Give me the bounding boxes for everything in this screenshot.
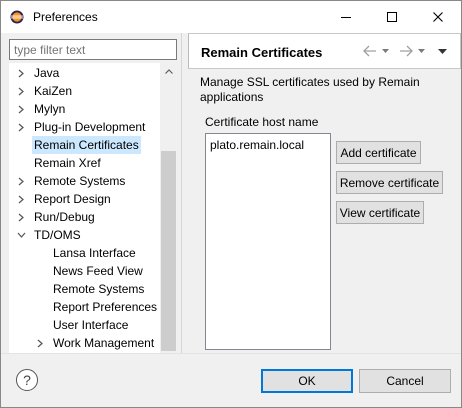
chevron-right-icon[interactable] — [16, 190, 26, 208]
list-item[interactable]: plato.remain.local — [210, 138, 304, 152]
tree-item-label: Java — [34, 66, 60, 80]
forward-arrow-icon[interactable] — [399, 44, 413, 58]
eclipse-icon — [10, 10, 24, 24]
filter-input[interactable] — [9, 39, 177, 60]
ok-button[interactable]: OK — [261, 369, 353, 393]
tree-item-label: Run/Debug — [34, 210, 95, 224]
scroll-up-button[interactable] — [160, 63, 177, 80]
tree-item-label: Report Design — [34, 192, 111, 206]
chevron-right-icon[interactable] — [16, 208, 26, 226]
help-icon: ? — [23, 372, 31, 388]
tree-item-label: Plug-in Development — [34, 120, 146, 134]
certificate-host-list[interactable]: plato.remain.local — [205, 133, 331, 350]
close-button[interactable] — [415, 1, 461, 33]
tree-item-label: User Interface — [53, 318, 129, 332]
cancel-button[interactable]: Cancel — [359, 369, 451, 393]
tree-item-label: Remain Certificates — [32, 136, 141, 154]
tree-item-label: Remote Systems — [34, 174, 126, 188]
preference-page: Remain Certificates Manage SSL certifica… — [188, 33, 461, 353]
chevron-down-icon[interactable] — [16, 226, 26, 244]
page-title: Remain Certificates — [201, 45, 323, 60]
tree-item-label: Report Preferences — [53, 300, 158, 314]
remove-certificate-button[interactable]: Remove certificate — [336, 171, 443, 194]
host-list-label: Certificate host name — [205, 115, 319, 129]
minimize-button[interactable] — [323, 1, 369, 33]
view-menu-icon[interactable] — [438, 44, 447, 58]
forward-menu-icon[interactable] — [418, 44, 425, 58]
chevron-right-icon[interactable] — [35, 334, 45, 352]
chevron-up-icon — [164, 69, 173, 74]
chevron-right-icon[interactable] — [16, 100, 26, 118]
tree-item-label: Lansa Interface — [53, 246, 136, 260]
preferences-dialog: Preferences Java KaiZen Mylyn Plug-in De… — [0, 0, 462, 408]
add-certificate-button[interactable]: Add certificate — [336, 141, 421, 164]
back-arrow-icon[interactable] — [363, 44, 377, 58]
tree-item-label: KaiZen — [34, 84, 73, 98]
chevron-right-icon[interactable] — [16, 118, 26, 136]
tree-item-label: Work Management — [53, 336, 155, 350]
view-certificate-button[interactable]: View certificate — [336, 201, 424, 224]
maximize-button[interactable] — [369, 1, 415, 33]
page-header: Remain Certificates — [188, 33, 461, 69]
footer-divider — [1, 353, 461, 354]
preference-tree: Java KaiZen Mylyn Plug-in Development Re… — [9, 63, 177, 353]
scrollbar-thumb[interactable] — [161, 151, 176, 351]
chevron-right-icon[interactable] — [16, 82, 26, 100]
chevron-right-icon[interactable] — [16, 64, 26, 82]
back-menu-icon[interactable] — [382, 44, 389, 58]
minimize-icon — [341, 17, 351, 18]
chevron-right-icon[interactable] — [16, 172, 26, 190]
tree-item-label: Mylyn — [34, 102, 66, 116]
window-title: Preferences — [33, 10, 98, 24]
tree-item-label: News Feed View — [53, 264, 143, 278]
tree-item-label: Remote Systems — [53, 282, 145, 296]
close-icon — [433, 12, 443, 22]
title-bar: Preferences — [1, 1, 461, 33]
help-button[interactable]: ? — [16, 369, 38, 391]
page-description: Manage SSL certificates used by Remain a… — [200, 75, 420, 104]
pane-divider[interactable] — [181, 33, 182, 353]
tree-item-label: Remain Xref — [34, 156, 101, 170]
maximize-icon — [387, 12, 397, 22]
tree-scrollbar[interactable] — [160, 63, 177, 353]
tree-item-label: TD/OMS — [34, 228, 81, 242]
